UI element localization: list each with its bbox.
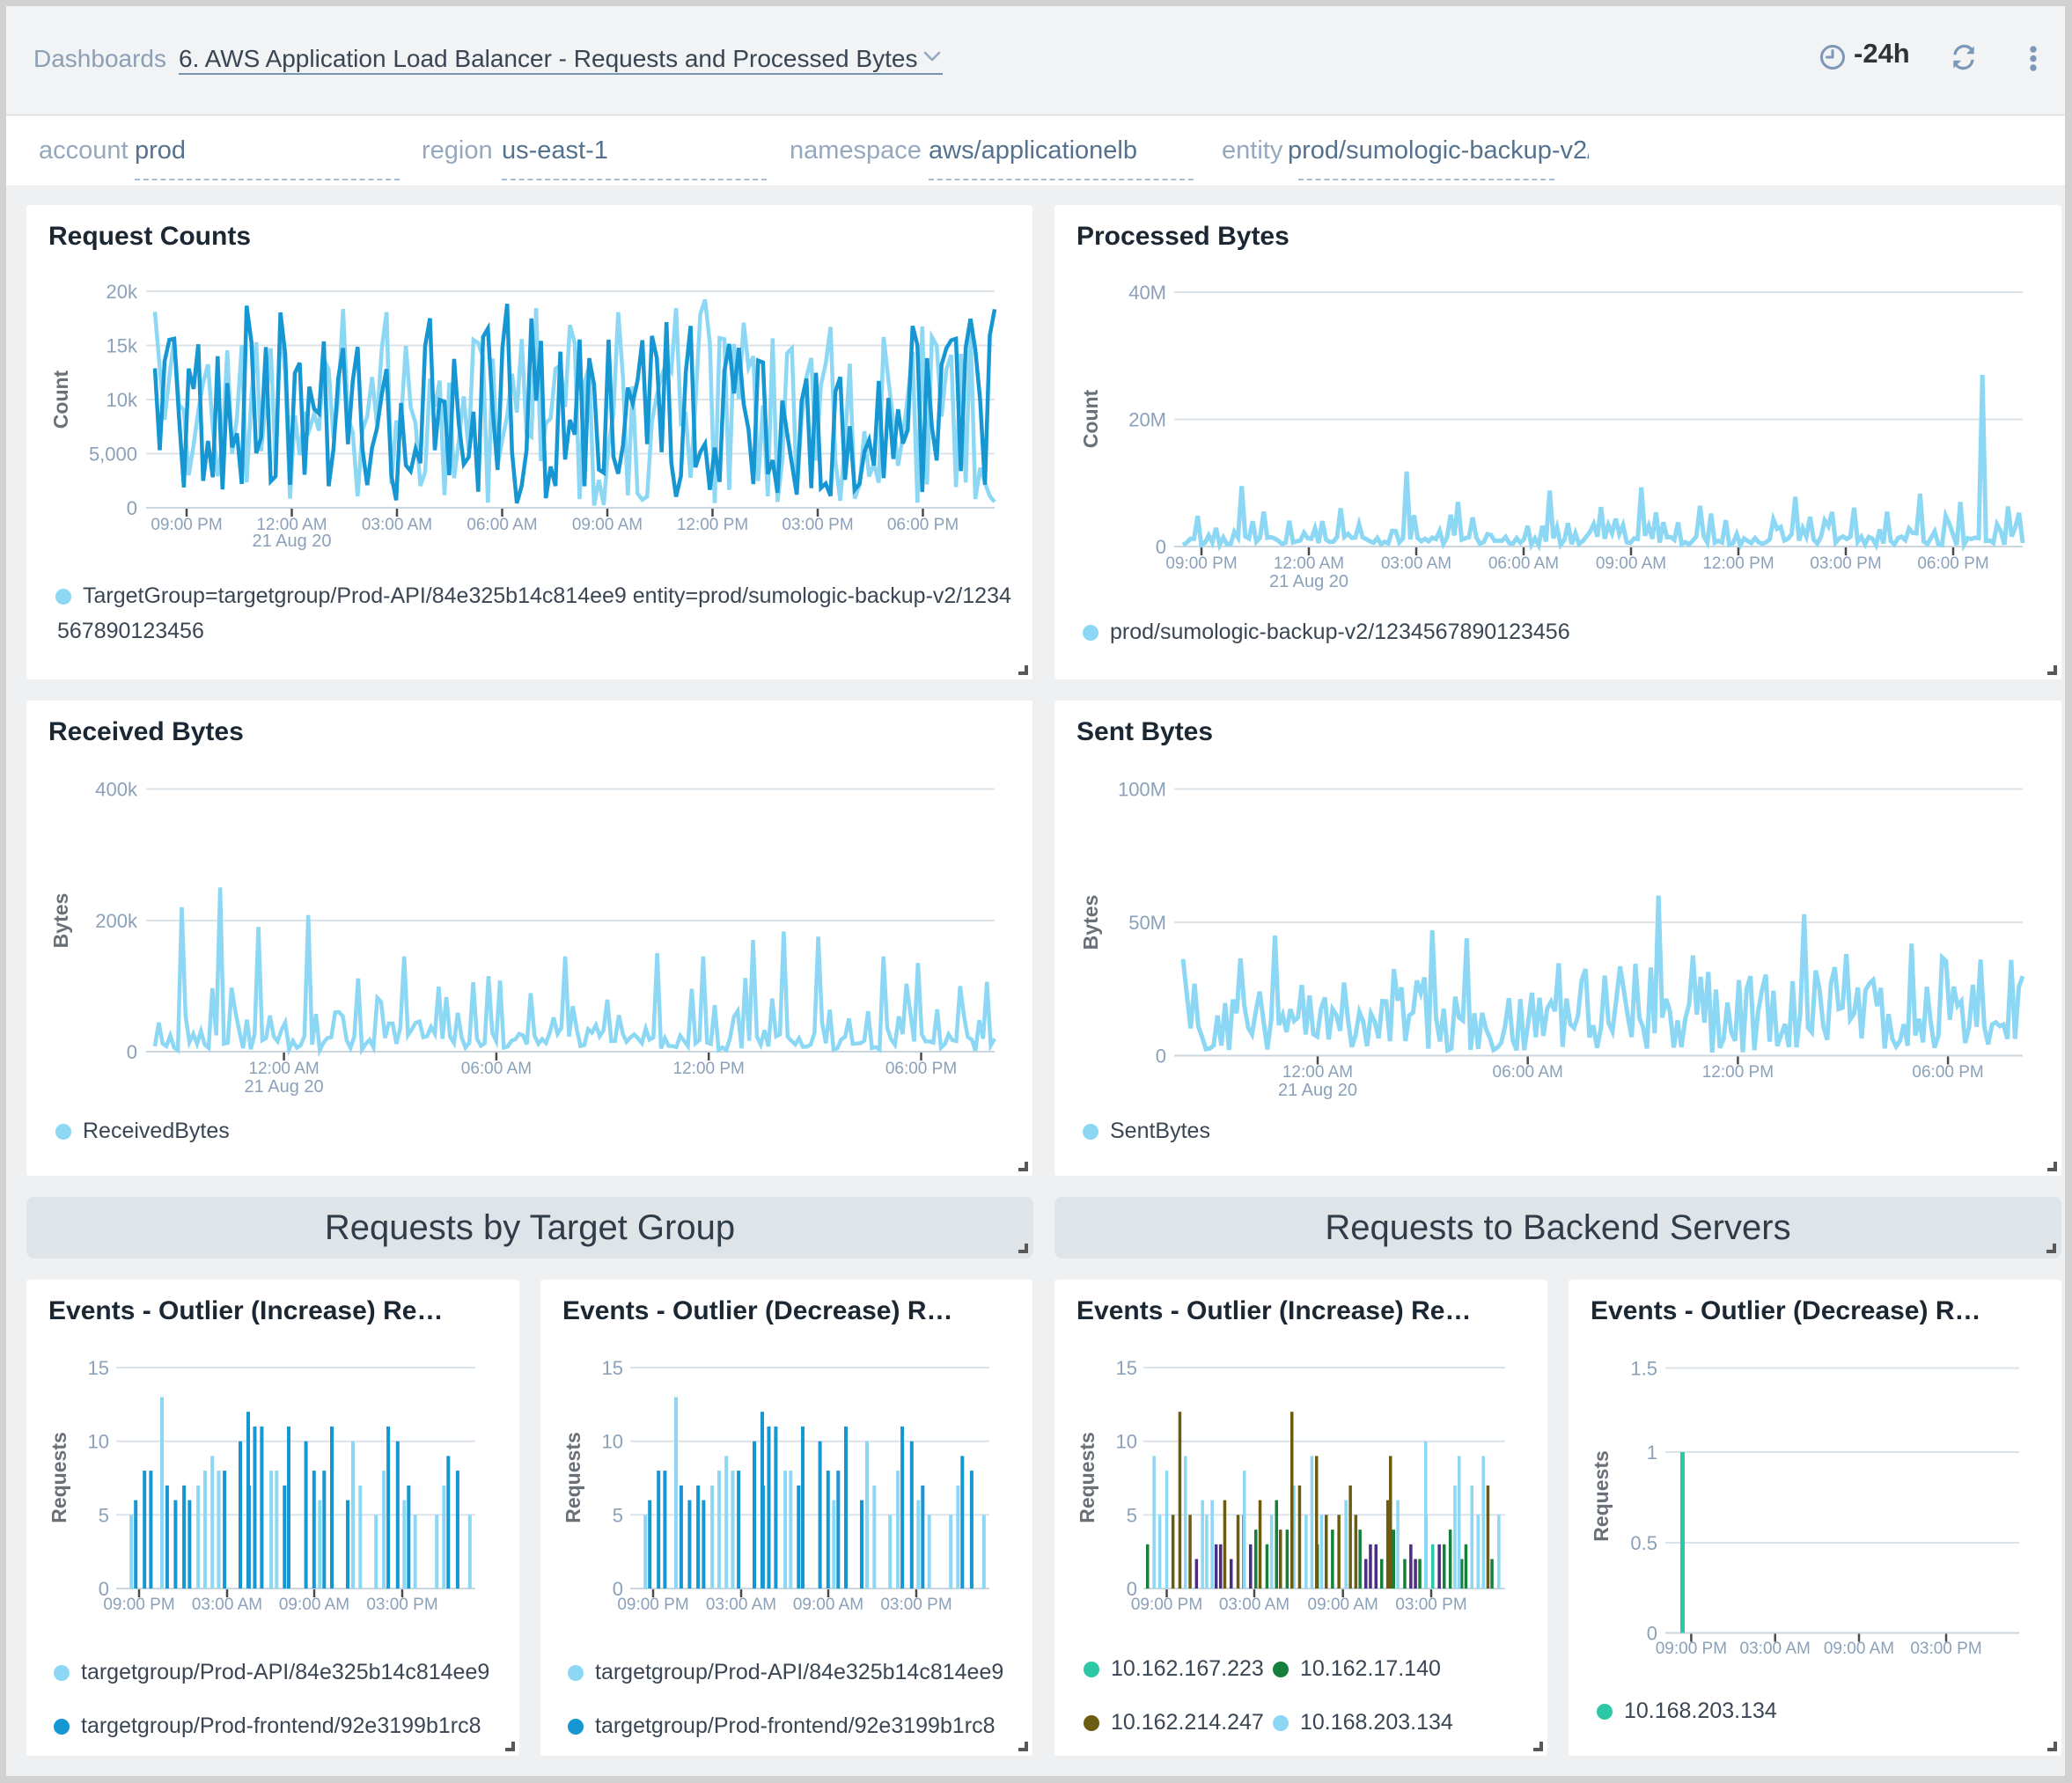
svg-text:03:00 AM: 03:00 AM: [706, 1596, 776, 1614]
svg-text:06:00 PM: 06:00 PM: [887, 516, 959, 534]
svg-text:0.5: 0.5: [1630, 1532, 1657, 1554]
svg-text:12:00 AM: 12:00 AM: [248, 1060, 319, 1078]
svg-text:Count: Count: [49, 370, 72, 429]
svg-text:03:00 AM: 03:00 AM: [1219, 1596, 1289, 1614]
svg-text:09:00 AM: 09:00 AM: [1824, 1640, 1894, 1658]
svg-text:0: 0: [127, 1041, 137, 1063]
svg-text:10k: 10k: [107, 389, 138, 411]
svg-text:Requests: Requests: [1076, 1432, 1098, 1523]
svg-text:1: 1: [1647, 1442, 1657, 1464]
svg-text:12:00 PM: 12:00 PM: [677, 516, 748, 534]
svg-text:09:00 AM: 09:00 AM: [793, 1596, 863, 1614]
svg-text:09:00 PM: 09:00 PM: [151, 516, 222, 534]
svg-text:03:00 PM: 03:00 PM: [880, 1596, 952, 1614]
svg-text:21 Aug 20: 21 Aug 20: [245, 1077, 324, 1097]
svg-text:09:00 AM: 09:00 AM: [572, 516, 643, 534]
svg-text:06:00 AM: 06:00 AM: [1493, 1063, 1563, 1082]
svg-text:5: 5: [1127, 1504, 1137, 1526]
svg-text:15: 15: [88, 1357, 109, 1379]
svg-text:10: 10: [88, 1431, 109, 1453]
svg-text:Requests: Requests: [48, 1432, 70, 1523]
svg-text:06:00 PM: 06:00 PM: [1917, 554, 1988, 573]
svg-text:0: 0: [1156, 536, 1166, 558]
svg-text:03:00 AM: 03:00 AM: [362, 516, 432, 534]
svg-text:03:00 PM: 03:00 PM: [782, 516, 853, 534]
svg-text:09:00 AM: 09:00 AM: [1596, 554, 1666, 573]
svg-text:03:00 AM: 03:00 AM: [1381, 554, 1451, 573]
svg-text:06:00 AM: 06:00 AM: [467, 516, 537, 534]
svg-text:09:00 PM: 09:00 PM: [1165, 554, 1237, 573]
svg-text:09:00 AM: 09:00 AM: [279, 1596, 349, 1614]
svg-text:12:00 AM: 12:00 AM: [1282, 1063, 1353, 1082]
svg-text:06:00 PM: 06:00 PM: [1912, 1063, 1983, 1082]
svg-text:03:00 PM: 03:00 PM: [1910, 1640, 1981, 1658]
svg-text:03:00 AM: 03:00 AM: [192, 1596, 262, 1614]
svg-text:03:00 AM: 03:00 AM: [1740, 1640, 1811, 1658]
svg-text:12:00 PM: 12:00 PM: [1702, 1063, 1774, 1082]
svg-text:1.5: 1.5: [1630, 1358, 1657, 1380]
svg-text:5,000: 5,000: [89, 444, 137, 466]
svg-text:Bytes: Bytes: [1079, 895, 1102, 950]
svg-text:200k: 200k: [95, 910, 138, 932]
svg-text:20M: 20M: [1128, 409, 1166, 431]
svg-text:15: 15: [602, 1357, 623, 1379]
svg-text:5: 5: [613, 1504, 623, 1526]
svg-text:Requests: Requests: [562, 1432, 584, 1523]
svg-text:09:00 AM: 09:00 AM: [1308, 1596, 1378, 1614]
svg-text:09:00 PM: 09:00 PM: [1656, 1640, 1727, 1658]
svg-text:10: 10: [602, 1431, 623, 1453]
svg-text:Count: Count: [1079, 389, 1102, 448]
svg-text:09:00 PM: 09:00 PM: [1131, 1596, 1202, 1614]
svg-text:100M: 100M: [1118, 779, 1166, 801]
svg-text:5: 5: [99, 1504, 109, 1526]
svg-text:10: 10: [1116, 1431, 1137, 1453]
svg-text:12:00 AM: 12:00 AM: [1274, 554, 1344, 573]
svg-text:06:00 PM: 06:00 PM: [885, 1060, 957, 1078]
svg-text:03:00 PM: 03:00 PM: [1395, 1596, 1466, 1614]
svg-text:15: 15: [1116, 1357, 1137, 1379]
svg-text:03:00 PM: 03:00 PM: [366, 1596, 437, 1614]
svg-text:20k: 20k: [107, 281, 138, 303]
svg-text:12:00 PM: 12:00 PM: [673, 1060, 745, 1078]
svg-text:0: 0: [1156, 1046, 1166, 1068]
svg-text:400k: 400k: [95, 779, 138, 801]
svg-text:15k: 15k: [107, 335, 138, 357]
svg-text:Bytes: Bytes: [49, 893, 72, 949]
svg-text:09:00 PM: 09:00 PM: [617, 1596, 688, 1614]
svg-text:21 Aug 20: 21 Aug 20: [1278, 1081, 1357, 1100]
svg-text:21 Aug 20: 21 Aug 20: [1269, 572, 1348, 591]
svg-text:03:00 PM: 03:00 PM: [1810, 554, 1881, 573]
svg-text:Requests: Requests: [1590, 1450, 1613, 1542]
svg-text:12:00 PM: 12:00 PM: [1702, 554, 1774, 573]
svg-text:09:00 PM: 09:00 PM: [103, 1596, 174, 1614]
svg-text:21 Aug 20: 21 Aug 20: [252, 532, 331, 551]
svg-text:06:00 AM: 06:00 AM: [1488, 554, 1559, 573]
svg-text:50M: 50M: [1128, 912, 1166, 934]
svg-text:06:00 AM: 06:00 AM: [461, 1060, 532, 1078]
svg-text:40M: 40M: [1128, 282, 1166, 304]
svg-text:0: 0: [127, 497, 137, 519]
